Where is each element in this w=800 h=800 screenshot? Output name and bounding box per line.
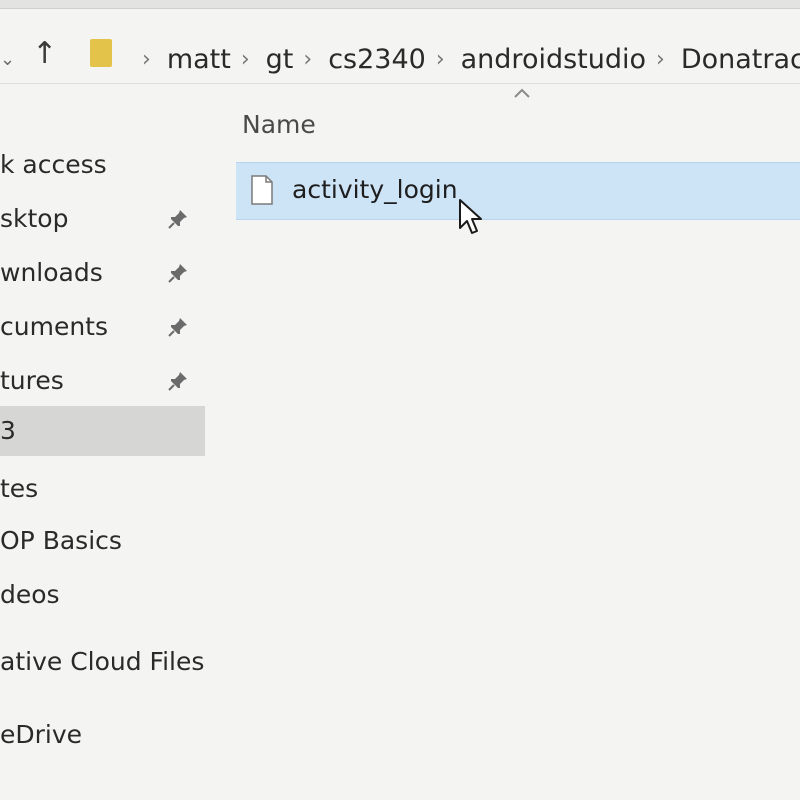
sidebar-item-creative-cloud-files[interactable]: ative Cloud Files [0,637,205,687]
sidebar-item-videos[interactable]: deos [0,570,205,620]
file-list-pane: Name activity_login [210,84,800,800]
sidebar-item-label: k access [0,150,107,179]
pin-icon[interactable] [166,261,190,285]
sidebar-item-label: ative Cloud Files [0,647,205,676]
title-bar [0,0,800,9]
pin-icon[interactable] [166,369,190,393]
pin-icon[interactable] [166,207,190,231]
pin-icon[interactable] [166,315,190,339]
file-row[interactable]: activity_login [236,162,800,220]
breadcrumb-separator-icon[interactable]: › [303,47,312,72]
sidebar-item-pictures[interactable]: tures [0,356,205,406]
sidebar-item-label: tes [0,474,39,503]
sidebar-item-quick-access[interactable]: k access [0,140,205,190]
breadcrumb-separator-icon[interactable]: › [142,47,151,72]
address-folder-icon [90,39,112,67]
sidebar-item-label: OP Basics [0,526,122,555]
sidebar-item-documents[interactable]: cuments [0,302,205,352]
up-arrow-icon[interactable]: ↑ [32,39,57,69]
column-header-name[interactable]: Name [242,110,316,139]
file-icon [251,175,273,205]
sidebar-item-label: cuments [0,312,108,341]
sidebar-item-desktop[interactable]: sktop [0,194,205,244]
recent-locations-chevron-icon[interactable]: ⌄ [0,49,15,70]
sidebar-item-label: sktop [0,204,69,233]
sidebar-item-label: eDrive [0,720,83,749]
sort-ascending-icon [514,88,530,98]
navigation-bar: ⌄ ↑ › matt › gt › cs2340 › androidstudio… [0,9,800,84]
sidebar-item-label: tures [0,366,64,395]
sidebar-item-downloads[interactable]: wnloads [0,248,205,298]
breadcrumb-item-gt[interactable]: gt [266,44,294,75]
sidebar-item-notes[interactable]: tes [0,464,205,514]
sidebar-item-label: 3 [0,416,16,445]
breadcrumb-separator-icon[interactable]: › [241,47,250,72]
sidebar-item-label: wnloads [0,258,103,287]
sidebar-item-3[interactable]: 3 [0,406,205,456]
navigation-pane: k access sktop wnloads cuments tures 3 t… [0,140,205,800]
breadcrumb-item-cs2340[interactable]: cs2340 [328,44,426,75]
sidebar-item-label: deos [0,580,60,609]
breadcrumb-item-matt[interactable]: matt [167,44,231,75]
mouse-cursor-icon [459,199,482,234]
breadcrumb-separator-icon[interactable]: › [436,47,445,72]
breadcrumb-item-androidstudio[interactable]: androidstudio [461,44,646,75]
breadcrumb-separator-icon[interactable]: › [656,47,665,72]
sidebar-item-oop-basics[interactable]: OP Basics [0,516,205,566]
file-name[interactable]: activity_login [292,175,458,204]
sidebar-item-onedrive[interactable]: eDrive [0,710,205,760]
breadcrumb: › matt › gt › cs2340 › androidstudio › D… [132,39,800,79]
breadcrumb-item-donatrac[interactable]: Donatrac [681,44,800,75]
